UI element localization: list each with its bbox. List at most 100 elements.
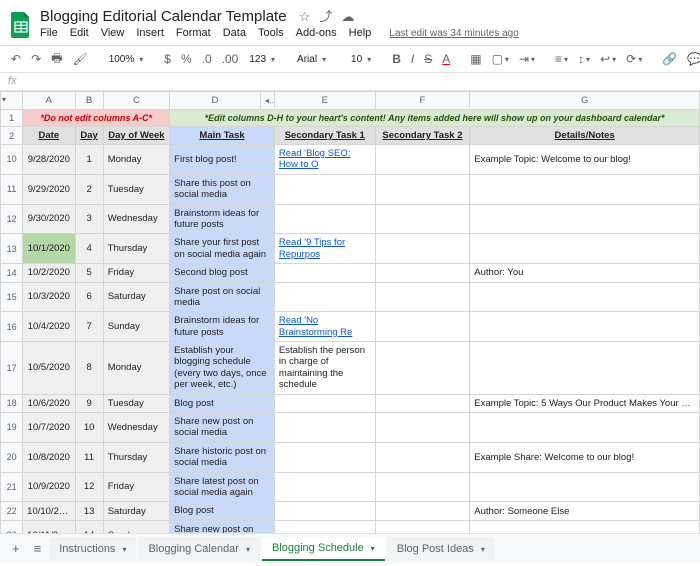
col-C[interactable]: C: [103, 92, 169, 110]
menu-help[interactable]: Help: [349, 27, 372, 39]
cell-dow[interactable]: Wednesday: [103, 413, 169, 443]
undo-icon[interactable]: ↶: [8, 50, 24, 68]
menu-file[interactable]: File: [40, 27, 58, 39]
strike-icon[interactable]: S: [421, 50, 435, 68]
cell-date[interactable]: 10/3/2020: [23, 282, 75, 312]
spreadsheet-grid[interactable]: A B C D ◂▸ E F G 1 *Do not edit columns …: [0, 91, 700, 533]
cell-sec1[interactable]: [274, 442, 375, 472]
cell-main-task[interactable]: Share new post on social media: [170, 413, 275, 443]
cell-sec1[interactable]: Read 'Blog SEO: How to O: [274, 145, 375, 175]
merge-icon[interactable]: ⇥: [516, 50, 538, 68]
cell-main-task[interactable]: Share post on social media: [170, 282, 275, 312]
doc-title[interactable]: Blogging Editorial Calendar Template: [40, 8, 287, 25]
italic-icon[interactable]: I: [408, 50, 417, 68]
cell-date[interactable]: 9/28/2020: [23, 145, 75, 175]
tab-menu-icon[interactable]: [119, 543, 126, 555]
cell-main-task[interactable]: Brainstorm ideas for future posts: [170, 312, 275, 342]
cell-details[interactable]: [470, 204, 700, 234]
cell-details[interactable]: [470, 342, 700, 395]
format-currency[interactable]: $: [161, 50, 174, 68]
format-percent[interactable]: %: [178, 50, 195, 68]
last-edit-link[interactable]: Last edit was 34 minutes ago: [389, 28, 519, 39]
cell-details[interactable]: Author: You: [470, 264, 700, 282]
add-sheet-icon[interactable]: +: [6, 537, 26, 560]
cell-sec2[interactable]: [375, 413, 470, 443]
tab-menu-icon[interactable]: [368, 542, 375, 554]
valign-icon[interactable]: ↕: [575, 50, 593, 68]
zoom-select[interactable]: 100%: [105, 52, 148, 67]
col-A[interactable]: A: [23, 92, 75, 110]
col-B[interactable]: B: [75, 92, 103, 110]
cell-sec1[interactable]: [274, 520, 375, 533]
cell-main-task[interactable]: Brainstorm ideas for future posts: [170, 204, 275, 234]
banner-green[interactable]: *Edit columns D-H to your heart's conten…: [170, 110, 700, 127]
cell-details[interactable]: [470, 234, 700, 264]
cell-dow[interactable]: Sunday: [103, 312, 169, 342]
row-head[interactable]: 22: [1, 502, 23, 520]
cell-day[interactable]: 4: [75, 234, 103, 264]
cell-day[interactable]: 12: [75, 472, 103, 502]
move-icon[interactable]: ⤴: [319, 6, 332, 25]
cell-sec2[interactable]: [375, 342, 470, 395]
cell-main-task[interactable]: Share latest post on social media again: [170, 472, 275, 502]
row-head[interactable]: 19: [1, 413, 23, 443]
cell-main-task[interactable]: Blog post: [170, 502, 275, 520]
col-F[interactable]: F: [375, 92, 470, 110]
cell-dow[interactable]: Saturday: [103, 282, 169, 312]
cell-sec2[interactable]: [375, 234, 470, 264]
row-head[interactable]: 13: [1, 234, 23, 264]
menu-tools[interactable]: Tools: [258, 27, 284, 39]
formula-bar[interactable]: fx: [0, 73, 700, 91]
cell-dow[interactable]: Thursday: [103, 442, 169, 472]
cell-date[interactable]: 10/4/2020: [23, 312, 75, 342]
paint-format-icon[interactable]: 🖌: [69, 50, 90, 68]
cell-sec1[interactable]: [274, 204, 375, 234]
menu-addons[interactable]: Add-ons: [296, 27, 337, 39]
cell-dow[interactable]: Saturday: [103, 502, 169, 520]
hdr-day[interactable]: Day: [75, 127, 103, 145]
hdr-date[interactable]: Date: [23, 127, 75, 145]
cell-dow[interactable]: Tuesday: [103, 174, 169, 204]
row-head[interactable]: 21: [1, 472, 23, 502]
tab-menu-icon[interactable]: [478, 543, 485, 555]
cell-details[interactable]: Example Share: Welcome to our blog!: [470, 442, 700, 472]
hdr-dow[interactable]: Day of Week: [103, 127, 169, 145]
cell-day[interactable]: 6: [75, 282, 103, 312]
col-G[interactable]: G: [470, 92, 700, 110]
cell-day[interactable]: 9: [75, 394, 103, 412]
cell-dow[interactable]: Monday: [103, 145, 169, 175]
menu-view[interactable]: View: [101, 27, 125, 39]
bold-icon[interactable]: B: [389, 50, 404, 68]
cell-sec1[interactable]: [274, 394, 375, 412]
font-select[interactable]: Arial: [293, 52, 333, 67]
cell-date[interactable]: 10/6/2020: [23, 394, 75, 412]
row-head[interactable]: 18: [1, 394, 23, 412]
cell-date[interactable]: 10/1/2020: [23, 234, 75, 264]
borders-icon[interactable]: ▢: [489, 50, 512, 68]
cell-details[interactable]: Example Topic: 5 Ways Our Product Makes …: [470, 394, 700, 412]
col-E[interactable]: E: [274, 92, 375, 110]
cell-sec2[interactable]: [375, 312, 470, 342]
cell-details[interactable]: [470, 520, 700, 533]
cell-sec1[interactable]: [274, 413, 375, 443]
redo-icon[interactable]: ↷: [28, 50, 44, 68]
row-head-1[interactable]: 1: [1, 110, 23, 127]
cell-date[interactable]: 9/30/2020: [23, 204, 75, 234]
cell-main-task[interactable]: Blog post: [170, 394, 275, 412]
more-formats[interactable]: 123: [245, 52, 279, 67]
col-D[interactable]: D: [170, 92, 261, 110]
cell-dow[interactable]: Monday: [103, 342, 169, 395]
cell-dow[interactable]: Tuesday: [103, 394, 169, 412]
cell-main-task[interactable]: Share this post on social media: [170, 174, 275, 204]
rotate-icon[interactable]: ⟳: [623, 50, 645, 68]
cell-date[interactable]: 10/8/2020: [23, 442, 75, 472]
row-head[interactable]: 20: [1, 442, 23, 472]
cell-date[interactable]: 10/9/2020: [23, 472, 75, 502]
cell-sec2[interactable]: [375, 520, 470, 533]
halign-icon[interactable]: ≡: [552, 50, 571, 68]
menu-data[interactable]: Data: [223, 27, 246, 39]
cell-date[interactable]: 10/5/2020: [23, 342, 75, 395]
cell-day[interactable]: 1: [75, 145, 103, 175]
cell-details[interactable]: [470, 312, 700, 342]
fill-color-icon[interactable]: ▦: [467, 50, 484, 68]
